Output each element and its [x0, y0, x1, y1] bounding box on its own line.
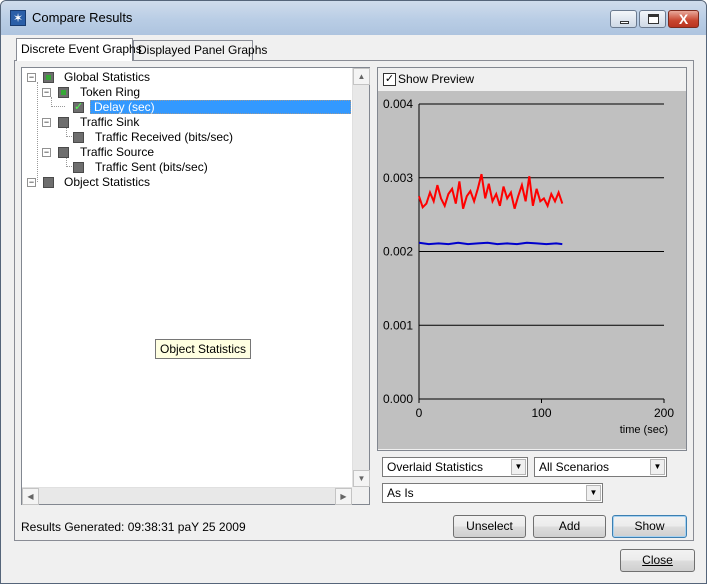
tree-item-label: Token Ring	[80, 85, 141, 99]
tree-item-token-ring[interactable]: − Token Ring	[22, 85, 352, 100]
statistics-tree[interactable]: − Global Statistics − Token Ring ✓ Delay…	[21, 67, 370, 505]
maximize-icon	[648, 14, 659, 24]
collapse-icon[interactable]: −	[42, 88, 51, 97]
scenario-dropdown[interactable]: All Scenarios ▼	[534, 457, 667, 477]
series-line-2	[418, 241, 563, 246]
show-button[interactable]: Show	[612, 515, 687, 538]
minimize-icon	[620, 21, 629, 24]
collapse-icon[interactable]: −	[27, 73, 36, 82]
tree-item-traffic-sink[interactable]: − Traffic Sink	[22, 115, 352, 130]
tree-item-label: Traffic Sink	[80, 115, 140, 129]
tree-item-global-statistics[interactable]: − Global Statistics	[22, 70, 352, 85]
checkbox-unchecked[interactable]	[58, 147, 69, 158]
scenario-value: All Scenarios	[539, 460, 610, 474]
close-button-label: Close	[642, 553, 673, 567]
tree-item-label: Global Statistics	[64, 70, 151, 84]
show-preview-checkbox[interactable]: ✓	[383, 73, 396, 86]
tree-item-label: Delay (sec)	[90, 100, 351, 114]
y-tick-label: 0.003	[383, 171, 413, 185]
partial-check-icon[interactable]	[58, 87, 69, 98]
maximize-button[interactable]	[639, 10, 666, 28]
overlay-mode-dropdown[interactable]: Overlaid Statistics ▼	[382, 457, 528, 477]
collapse-icon[interactable]: −	[42, 118, 51, 127]
chevron-down-icon[interactable]: ▼	[511, 459, 526, 475]
checkbox-checked[interactable]: ✓	[73, 101, 84, 113]
tree-item-traffic-received[interactable]: Traffic Received (bits/sec)	[22, 130, 352, 145]
x-tick-label: 200	[654, 406, 674, 420]
chevron-down-icon[interactable]: ▼	[586, 485, 601, 501]
show-preview-label: Show Preview	[398, 72, 475, 86]
title-bar[interactable]: ✶ Compare Results X	[1, 1, 706, 35]
close-icon: X	[678, 11, 689, 27]
overlay-mode-value: Overlaid Statistics	[387, 460, 484, 474]
unselect-button[interactable]: Unselect	[453, 515, 526, 538]
compare-results-window: ✶ Compare Results X Discrete Event Graph…	[0, 0, 707, 584]
check-icon: ✓	[74, 101, 84, 113]
scroll-right-icon[interactable]: ▶	[335, 488, 352, 505]
window-title: Compare Results	[32, 10, 133, 25]
x-tick-label: 100	[531, 406, 551, 420]
collapse-icon[interactable]: −	[42, 148, 51, 157]
tree-item-traffic-source[interactable]: − Traffic Source	[22, 145, 352, 160]
y-tick-label: 0.004	[383, 97, 413, 111]
scroll-left-icon[interactable]: ◀	[22, 488, 39, 505]
x-tick-label: 0	[416, 406, 423, 420]
checkbox-unchecked[interactable]	[43, 177, 54, 188]
minimize-button[interactable]	[610, 10, 637, 28]
checkbox-unchecked[interactable]	[73, 132, 84, 143]
tree-item-label: Object Statistics	[64, 175, 151, 189]
close-window-button[interactable]: X	[668, 10, 699, 28]
scrollbar-corner	[352, 487, 369, 504]
partial-check-icon[interactable]	[43, 72, 54, 83]
filter-value: As Is	[387, 486, 414, 500]
scroll-up-icon[interactable]: ▲	[353, 68, 370, 85]
tree-item-label: Traffic Sent (bits/sec)	[95, 160, 208, 174]
tab-discrete-event-graphs[interactable]: Discrete Event Graphs	[16, 38, 142, 61]
checkbox-unchecked[interactable]	[58, 117, 69, 128]
tooltip: Object Statistics	[155, 339, 252, 359]
chart-svg: 0.000 0.001 0.002 0.003 0.004 0 100 200 time (se…	[383, 97, 674, 436]
close-button[interactable]: Close	[620, 549, 695, 572]
x-axis-label: time (sec)	[620, 424, 668, 436]
add-button[interactable]: Add	[533, 515, 606, 538]
scroll-down-icon[interactable]: ▼	[353, 470, 370, 487]
tree-item-traffic-sent[interactable]: Traffic Sent (bits/sec)	[22, 160, 352, 175]
y-tick-label: 0.002	[383, 245, 413, 259]
series-line-1	[418, 173, 564, 210]
checkbox-unchecked[interactable]	[73, 162, 84, 173]
preview-chart: 0.000 0.001 0.002 0.003 0.004 0 100 200 time (se…	[378, 91, 686, 449]
tree-vertical-scrollbar[interactable]: ▲ ▼	[352, 68, 370, 487]
tree-item-label: Traffic Received (bits/sec)	[95, 130, 234, 144]
tree-item-delay[interactable]: ✓ Delay (sec)	[22, 100, 352, 115]
collapse-icon[interactable]: −	[27, 178, 36, 187]
results-generated-status: Results Generated: 09:38:31 paY 25 2009	[21, 520, 246, 534]
filter-dropdown[interactable]: As Is ▼	[382, 483, 603, 503]
tree-horizontal-scrollbar[interactable]: ◀ ▶	[22, 487, 352, 505]
y-tick-label: 0.000	[383, 392, 413, 406]
y-tick-label: 0.001	[383, 318, 413, 332]
tree-item-object-statistics[interactable]: − Object Statistics	[22, 175, 352, 190]
chevron-down-icon[interactable]: ▼	[650, 459, 665, 475]
tab-displayed-panel-graphs[interactable]: Displayed Panel Graphs	[133, 40, 267, 60]
tree-item-label: Traffic Source	[80, 145, 155, 159]
app-star-icon: ✶	[10, 10, 26, 26]
